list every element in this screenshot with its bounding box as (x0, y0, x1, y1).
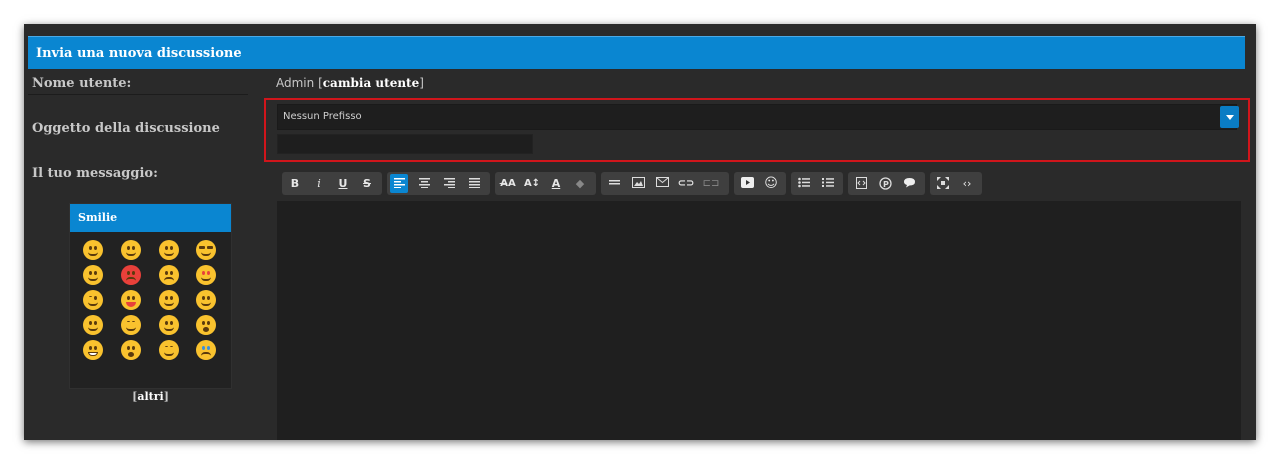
toolbar-group-view: ‹› (930, 172, 982, 195)
grin-emoji-icon[interactable] (121, 240, 141, 260)
subject-label: Oggetto della discussione (32, 121, 220, 136)
blush-emoji-icon[interactable] (159, 240, 179, 260)
innocent-emoji-icon[interactable] (159, 315, 179, 335)
code-icon[interactable] (852, 174, 870, 193)
bullet-list-icon[interactable] (795, 174, 813, 193)
highlight-box (264, 98, 1250, 162)
heart-eyes-emoji-icon[interactable] (196, 265, 216, 285)
link-icon[interactable]: ⊂⊃ (677, 174, 695, 193)
toolbar-group-format: B i U S (282, 172, 382, 195)
sad-emoji-icon[interactable] (159, 265, 179, 285)
youtube-icon[interactable] (738, 174, 756, 193)
scream-emoji-icon[interactable] (196, 315, 216, 335)
username-value: Admin (276, 76, 315, 90)
toolbar-group-font: A̶A A↕ A ◆ (495, 172, 596, 195)
align-left-icon[interactable] (390, 174, 408, 193)
message-label: Il tuo messaggio: (32, 166, 158, 181)
font-color-icon[interactable]: A (547, 174, 565, 193)
horizontal-rule-icon[interactable] (605, 174, 623, 193)
strikethrough-icon[interactable]: S (358, 174, 376, 193)
underline-icon[interactable]: U (334, 174, 352, 193)
new-thread-form: Invia una nuova discussione Nome utente:… (24, 24, 1256, 440)
align-right-icon[interactable] (440, 174, 458, 193)
row-divider (28, 94, 248, 95)
bold-icon[interactable]: B (286, 174, 304, 193)
unlink-icon[interactable]: ⊏⊐ (702, 174, 720, 193)
grimace-emoji-icon[interactable] (83, 340, 103, 360)
sunglasses-emoji-icon[interactable] (196, 240, 216, 260)
font-family-icon[interactable]: A̶A (499, 174, 517, 193)
maximize-icon[interactable] (934, 174, 952, 193)
remove-format-icon[interactable]: ◆ (571, 174, 589, 193)
tired-emoji-icon[interactable] (196, 290, 216, 310)
source-mode-icon[interactable]: ‹› (958, 174, 976, 193)
form-title: Invia una nuova discussione (28, 36, 1245, 69)
toolbar-group-lists (791, 172, 843, 195)
more-smilies: [altri] (132, 390, 169, 403)
numbered-list-icon[interactable] (819, 174, 837, 193)
italic-icon[interactable]: i (310, 174, 328, 193)
wink-emoji-icon[interactable] (83, 290, 103, 310)
email-icon[interactable] (653, 174, 671, 193)
smilie-title: Smilie (70, 204, 231, 232)
justify-icon[interactable] (465, 174, 483, 193)
dizzy-face-emoji-icon[interactable] (121, 340, 141, 360)
crying-emoji-icon[interactable] (196, 340, 216, 360)
angry-emoji-icon[interactable] (121, 265, 141, 285)
toolbar-group-media: ☺ (734, 172, 786, 195)
unamused-emoji-icon[interactable] (121, 315, 141, 335)
message-editor[interactable] (277, 201, 1241, 440)
svg-text:P: P (883, 180, 889, 189)
username-label: Nome utente: (32, 76, 132, 91)
username-display: Admin [cambia utente] (276, 76, 424, 90)
laughing-tears-emoji-icon[interactable] (83, 265, 103, 285)
toolbar-group-insert: ⊂⊃ ⊏⊐ (601, 172, 729, 195)
more-smilies-link[interactable]: altri (137, 390, 163, 403)
smile-emoji-icon[interactable] (83, 240, 103, 260)
smilie-panel: Smilie [altri] (69, 203, 232, 403)
font-size-icon[interactable]: A↕ (523, 174, 541, 193)
quote-icon[interactable] (900, 174, 918, 193)
toolbar-group-align (387, 172, 490, 195)
image-icon[interactable] (629, 174, 647, 193)
dizzy-emoji-icon[interactable] (83, 315, 103, 335)
toolbar-group-code: P (848, 172, 925, 195)
relieved-emoji-icon[interactable] (159, 340, 179, 360)
emoticon-icon[interactable]: ☺ (762, 174, 780, 193)
change-user-link[interactable]: cambia utente (323, 76, 420, 90)
align-center-icon[interactable] (415, 174, 433, 193)
confounded-emoji-icon[interactable] (159, 290, 179, 310)
tongue-emoji-icon[interactable] (121, 290, 141, 310)
php-icon[interactable]: P (876, 174, 894, 193)
